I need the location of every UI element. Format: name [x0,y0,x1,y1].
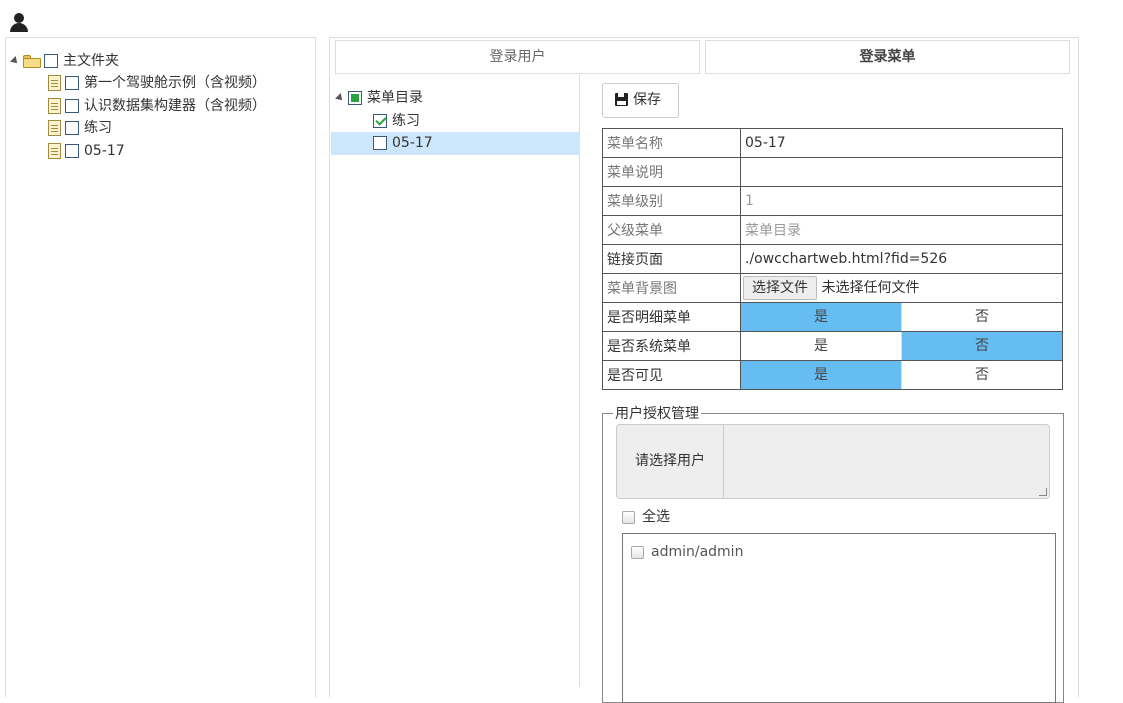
select-all-label: 全选 [642,509,670,525]
detail-menu-label: 是否明细菜单 [602,302,741,332]
tree-checkbox-checked[interactable] [373,114,387,128]
bg-image-label: 菜单背景图 [602,273,741,303]
tree-checkbox-partial[interactable] [348,91,362,105]
menu-level-value: 1 [740,186,1063,216]
menu-form-table: 菜单名称 05-17 菜单说明 菜单级别 1 父级菜单 菜单目录 链接页面 ./… [602,128,1063,390]
visible-label: 是否可见 [602,360,741,390]
menu-tree-item[interactable]: 练习 [373,110,420,132]
visible-yes-button[interactable]: 是 [741,361,902,389]
tab-login-menu[interactable]: 登录菜单 [705,40,1070,74]
detail-menu-toggle: 是否 [740,302,1063,332]
tree-root-folder[interactable]: 主文件夹 [10,50,119,72]
save-label: 保存 [633,92,661,108]
folder-open-icon [23,54,41,68]
tree-checkbox[interactable] [65,144,79,158]
form-row-menu-desc: 菜单说明 [602,157,1063,187]
system-yes-button[interactable]: 是 [741,332,902,360]
save-button[interactable]: 保存 [602,83,679,118]
tree-item[interactable]: 练习 [48,117,112,139]
select-user-textarea[interactable] [725,425,1049,498]
selected-row-highlight [331,132,580,155]
tree-label: 第一个驾驶舱示例（含视频） [84,75,266,91]
select-all-option[interactable]: 全选 [622,506,670,528]
tree-label: 05-17 [392,135,433,151]
link-page-label: 链接页面 [602,244,741,274]
visible-no-button[interactable]: 否 [902,361,1062,389]
select-user-group: 请选择用户 [616,424,1050,499]
form-row-system: 是否系统菜单 是否 [602,331,1063,361]
tree-label: 05-17 [84,143,125,159]
form-row-menu-level: 菜单级别 1 [602,186,1063,216]
user-icon[interactable] [10,13,28,33]
form-row-link: 链接页面 ./owcchartweb.html?fid=526 [602,244,1063,274]
tree-item[interactable]: 第一个驾驶舱示例（含视频） [48,72,266,94]
floppy-disk-icon [615,93,628,106]
menu-tree-panel [331,75,580,687]
tree-checkbox[interactable] [373,136,387,150]
file-status-text: 未选择任何文件 [821,280,920,296]
detail-yes-button[interactable]: 是 [741,303,902,331]
tree-item[interactable]: 05-17 [48,140,125,162]
tree-checkbox[interactable] [44,54,58,68]
collapse-arrow-icon[interactable] [10,56,20,66]
tab-login-users[interactable]: 登录用户 [335,40,700,74]
menu-name-input[interactable]: 05-17 [740,128,1063,158]
menu-desc-input[interactable] [740,157,1063,187]
select-all-checkbox[interactable] [622,510,635,524]
document-icon [48,120,61,136]
collapse-arrow-icon[interactable] [335,93,345,103]
menu-tree-item-selected[interactable]: 05-17 [373,132,433,154]
form-row-menu-name: 菜单名称 05-17 [602,128,1063,158]
user-label: admin/admin [651,544,744,560]
user-auth-legend: 用户授权管理 [615,406,699,422]
tree-label: 练习 [84,120,112,136]
menu-level-label: 菜单级别 [602,186,741,216]
select-user-label: 请选择用户 [617,425,724,498]
tree-checkbox[interactable] [65,99,79,113]
tree-checkbox[interactable] [65,121,79,135]
tree-label: 主文件夹 [63,53,119,69]
system-no-button[interactable]: 否 [902,332,1062,360]
menu-name-label: 菜单名称 [602,128,741,158]
form-row-bg-image: 菜单背景图 选择文件 未选择任何文件 [602,273,1063,303]
tree-label: 菜单目录 [367,90,423,106]
document-icon [48,143,61,159]
menu-tree-root[interactable]: 菜单目录 [335,87,423,109]
tree-label: 认识数据集构建器（含视频） [84,98,266,114]
detail-no-button[interactable]: 否 [902,303,1062,331]
choose-file-button[interactable]: 选择文件 [743,276,817,300]
menu-desc-label: 菜单说明 [602,157,741,187]
system-menu-label: 是否系统菜单 [602,331,741,361]
user-checkbox[interactable] [631,545,644,559]
tree-label: 练习 [392,113,420,129]
system-menu-toggle: 是否 [740,331,1063,361]
visible-toggle: 是否 [740,360,1063,390]
form-row-parent: 父级菜单 菜单目录 [602,215,1063,245]
tree-item[interactable]: 认识数据集构建器（含视频） [48,95,266,117]
link-page-input[interactable]: ./owcchartweb.html?fid=526 [740,244,1063,274]
user-list-box: admin/admin [622,533,1056,703]
tree-checkbox[interactable] [65,76,79,90]
form-row-visible: 是否可见 是否 [602,360,1063,390]
form-row-detail: 是否明细菜单 是否 [602,302,1063,332]
user-list-item[interactable]: admin/admin [631,542,743,562]
parent-menu-value: 菜单目录 [740,215,1063,245]
document-icon [48,75,61,91]
bg-image-file-input: 选择文件 未选择任何文件 [740,273,1063,303]
document-icon [48,98,61,114]
parent-menu-label: 父级菜单 [602,215,741,245]
